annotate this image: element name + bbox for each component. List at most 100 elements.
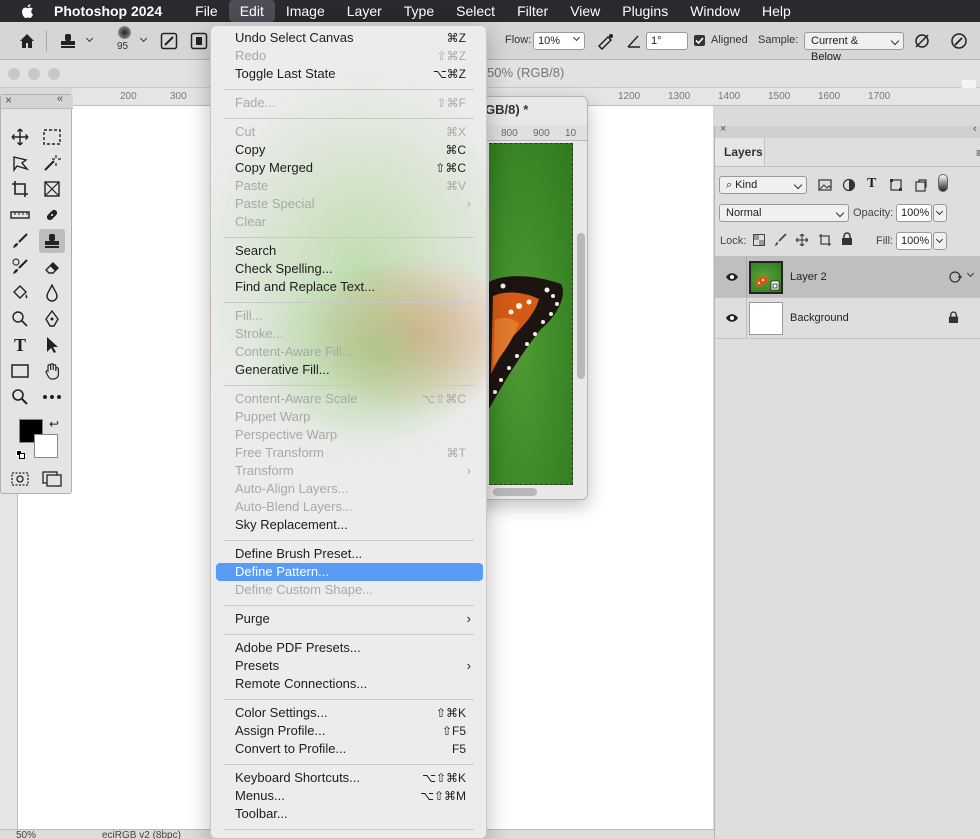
- brush-settings-icon[interactable]: [160, 32, 178, 50]
- menu-item-define-pattern[interactable]: Define Pattern...: [216, 563, 483, 581]
- airbrush-icon[interactable]: [596, 32, 616, 50]
- fill-chevron-icon[interactable]: [933, 232, 947, 250]
- layer-thumbnail[interactable]: [749, 302, 783, 335]
- chevron-down-icon[interactable]: [85, 34, 94, 43]
- hand-tool-icon[interactable]: [39, 359, 65, 383]
- background-color-swatch[interactable]: [34, 434, 58, 458]
- menu-item-search[interactable]: Search: [216, 242, 483, 260]
- pen-tool-icon[interactable]: [39, 307, 65, 331]
- frame-tool-icon[interactable]: [39, 177, 65, 201]
- panel-menu-icon[interactable]: ≡: [976, 146, 980, 160]
- tab-layers[interactable]: Layers: [715, 138, 765, 166]
- tools-panel-header[interactable]: × «: [1, 93, 73, 109]
- sample-dropdown[interactable]: Current & Below: [804, 32, 904, 63]
- brush-tool-icon[interactable]: [7, 229, 33, 253]
- layer-row[interactable]: Background: [715, 298, 980, 339]
- horizontal-scrollbar[interactable]: [493, 488, 537, 496]
- zoom-tool-icon[interactable]: [7, 385, 33, 409]
- menu-item-sky-replacement[interactable]: Sky Replacement...: [216, 516, 483, 534]
- ruler-tool-icon[interactable]: [7, 203, 33, 227]
- ignore-adjustment-layers-icon[interactable]: [913, 32, 931, 50]
- blur-tool-icon[interactable]: [39, 281, 65, 305]
- menu-item-remote-connections[interactable]: Remote Connections...: [216, 675, 483, 693]
- menu-edit[interactable]: Edit: [228, 0, 275, 22]
- menu-layer[interactable]: Layer: [336, 0, 393, 22]
- menu-item-menus[interactable]: Menus... ⌥⇧⌘M: [216, 787, 483, 805]
- type-tool-icon[interactable]: T: [7, 333, 33, 357]
- collapse-icon[interactable]: «: [57, 93, 63, 105]
- menu-item-check-spelling[interactable]: Check Spelling...: [216, 260, 483, 278]
- default-colors-icon[interactable]: [16, 450, 26, 460]
- apple-icon[interactable]: [18, 3, 38, 19]
- menu-item-toolbar[interactable]: Toolbar...: [216, 805, 483, 823]
- layer-name[interactable]: Layer 2: [790, 271, 827, 283]
- menu-item-purge[interactable]: Purge ›: [216, 610, 483, 628]
- collapse-icon[interactable]: ‹: [973, 123, 977, 135]
- layer-thumbnail[interactable]: [749, 261, 783, 294]
- menu-filter[interactable]: Filter: [506, 0, 559, 22]
- close-window-button[interactable]: [8, 68, 20, 80]
- menu-window[interactable]: Window: [679, 0, 751, 22]
- opacity-field[interactable]: 100%: [896, 204, 932, 222]
- pressure-icon[interactable]: [950, 32, 968, 50]
- menu-image[interactable]: Image: [275, 0, 336, 22]
- fill-field[interactable]: 100%: [896, 232, 932, 250]
- eye-icon[interactable]: [725, 313, 739, 323]
- menu-item-presets[interactable]: Presets ›: [216, 657, 483, 675]
- layer-row[interactable]: Layer 2: [715, 257, 980, 298]
- menu-item-assign-profile[interactable]: Assign Profile... ⇧F5: [216, 722, 483, 740]
- menu-item-copy-merged[interactable]: Copy Merged ⇧⌘C: [216, 159, 483, 177]
- menu-item-adobe-pdf-presets[interactable]: Adobe PDF Presets...: [216, 639, 483, 657]
- menu-select[interactable]: Select: [445, 0, 506, 22]
- blend-mode-dropdown[interactable]: Normal: [719, 204, 849, 222]
- screen-mode-icon[interactable]: [39, 467, 65, 491]
- butterfly-image[interactable]: [489, 143, 573, 485]
- menu-item-keyboard-shortcuts[interactable]: Keyboard Shortcuts... ⌥⇧⌘K: [216, 769, 483, 787]
- history-brush-tool-icon[interactable]: [7, 255, 33, 279]
- menu-item-convert-to-profile[interactable]: Convert to Profile... F5: [216, 740, 483, 758]
- dodge-tool-icon[interactable]: [7, 307, 33, 331]
- menu-item-color-settings[interactable]: Color Settings... ⇧⌘K: [216, 704, 483, 722]
- marquee-tool-icon[interactable]: [39, 125, 65, 149]
- magic-wand-tool-icon[interactable]: [39, 151, 65, 175]
- swap-colors-icon[interactable]: ↩: [49, 417, 59, 431]
- menu-item-undo[interactable]: Undo Select Canvas ⌘Z: [216, 29, 483, 47]
- lock-all-icon[interactable]: [841, 232, 853, 246]
- aligned-checkbox[interactable]: [694, 35, 705, 46]
- menu-item-toggle-last-state[interactable]: Toggle Last State ⌥⌘Z: [216, 65, 483, 83]
- menu-item-define-brush-preset[interactable]: Define Brush Preset...: [216, 545, 483, 563]
- shape-layer-filter-icon[interactable]: [889, 178, 903, 192]
- document-window[interactable]: GB/8) * 800 900 10: [470, 96, 588, 500]
- menu-item-find-replace[interactable]: Find and Replace Text...: [216, 278, 483, 296]
- type-layer-filter-icon[interactable]: T: [867, 176, 876, 192]
- lock-position-icon[interactable]: [795, 233, 809, 247]
- quick-mask-icon[interactable]: [7, 467, 33, 491]
- menu-item-generative-fill[interactable]: Generative Fill...: [216, 361, 483, 379]
- zoom-window-button[interactable]: [48, 68, 60, 80]
- angle-field[interactable]: 1°: [646, 32, 688, 50]
- clone-source-icon[interactable]: [190, 32, 208, 50]
- menu-view[interactable]: View: [559, 0, 611, 22]
- healing-brush-tool-icon[interactable]: [39, 203, 65, 227]
- brush-dropdown-chevron-icon[interactable]: [139, 34, 148, 43]
- lock-artboard-icon[interactable]: [818, 233, 832, 247]
- lock-transparent-pixels-icon[interactable]: [753, 234, 765, 246]
- menu-type[interactable]: Type: [393, 0, 445, 22]
- app-name[interactable]: Photoshop 2024: [54, 3, 162, 19]
- close-icon[interactable]: ×: [720, 123, 726, 135]
- brush-preview-icon[interactable]: [118, 26, 131, 39]
- eye-icon[interactable]: [725, 272, 739, 282]
- opacity-chevron-icon[interactable]: [933, 204, 947, 222]
- zoom-level[interactable]: 50%: [16, 830, 36, 839]
- move-tool-icon[interactable]: [7, 125, 33, 149]
- lock-image-pixels-icon[interactable]: [775, 233, 787, 247]
- minimize-window-button[interactable]: [28, 68, 40, 80]
- home-icon[interactable]: [18, 32, 36, 50]
- rectangle-tool-icon[interactable]: [7, 359, 33, 383]
- lasso-tool-icon[interactable]: [7, 151, 33, 175]
- smart-object-filter-icon[interactable]: [914, 178, 928, 192]
- menu-file[interactable]: File: [184, 0, 229, 22]
- menu-help[interactable]: Help: [751, 0, 802, 22]
- expand-chevron-icon[interactable]: [966, 269, 975, 278]
- layer-name[interactable]: Background: [790, 312, 849, 324]
